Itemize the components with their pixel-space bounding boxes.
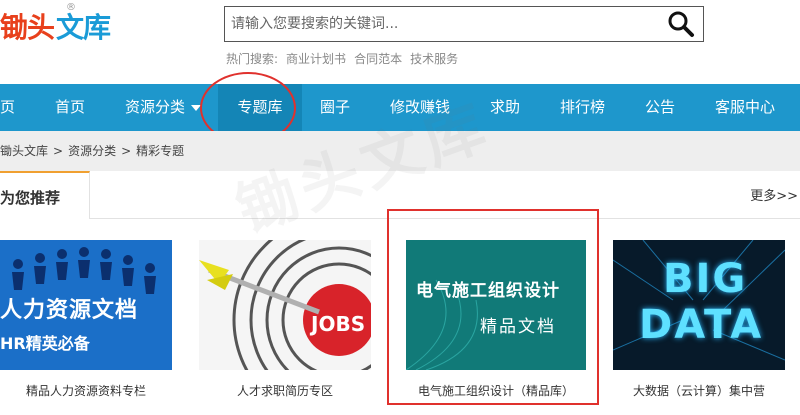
- nav-item-announcements[interactable]: 公告: [645, 84, 675, 131]
- image-text: 电气施工组织设计: [416, 281, 560, 301]
- search-button[interactable]: [659, 7, 703, 41]
- topic-card-hr[interactable]: 人力资源文档 HR精英必备 精品人力资源资料专栏: [0, 240, 172, 399]
- site-logo[interactable]: 锄头 文库 ®: [0, 2, 111, 44]
- search-input[interactable]: [225, 7, 655, 41]
- hot-search-label: 热门搜索:: [226, 52, 279, 66]
- nav-item-label: 资源分类: [125, 98, 186, 116]
- hot-search-link[interactable]: 合同范本: [354, 50, 402, 67]
- topic-caption[interactable]: 精品人力资源资料专栏: [0, 382, 172, 399]
- topic-image-jobs: JOBS: [199, 240, 371, 370]
- hot-searches: 热门搜索: 商业计划书 合同范本 技术服务: [226, 50, 458, 67]
- topic-image-bigdata: BIG DATA: [613, 240, 785, 370]
- image-subtext: HR精英必备: [0, 334, 90, 353]
- logo-text-part2: 文库: [56, 11, 111, 44]
- caret-down-icon: [191, 104, 202, 111]
- breadcrumb-separator: >: [121, 144, 132, 158]
- decorative-lines: [406, 279, 478, 370]
- topic-caption[interactable]: 大数据（云计算）集中营: [613, 382, 785, 399]
- search-box: [224, 6, 704, 42]
- nav-item-edit-earn[interactable]: 修改赚钱: [390, 84, 450, 131]
- nav-item-topics[interactable]: 专题库: [218, 84, 302, 131]
- image-text: 人力资源文档: [0, 298, 139, 323]
- topic-card-jobs[interactable]: JOBS 人才求职简历专区: [199, 240, 371, 399]
- people-chain-icon: [12, 247, 156, 294]
- image-subtext: DATA: [639, 302, 764, 348]
- hot-search-link[interactable]: 商业计划书: [286, 50, 346, 67]
- topic-card-bigdata[interactable]: BIG DATA 大数据（云计算）集中营: [613, 240, 785, 399]
- breadcrumb-item[interactable]: 锄头文库: [0, 144, 48, 158]
- topic-caption[interactable]: 人才求职简历专区: [199, 382, 371, 399]
- topic-image-electrical: 电气施工组织设计 精品文档: [406, 240, 586, 370]
- breadcrumb-separator: >: [53, 144, 64, 158]
- image-subtext: 精品文档: [480, 317, 556, 337]
- nav-item-rankings[interactable]: 排行榜: [560, 84, 605, 131]
- target-dart-icon: [199, 240, 371, 370]
- breadcrumb-item[interactable]: 资源分类: [68, 144, 116, 158]
- nav-item-customer-service[interactable]: 客服中心: [715, 84, 775, 131]
- main-nav: 页 首页 资源分类 专题库 圈子 修改赚钱 求助 排行榜 公告 客服中心: [0, 84, 800, 131]
- nav-item-help[interactable]: 求助: [490, 84, 520, 131]
- image-text: BIG: [663, 256, 748, 302]
- breadcrumb-current: 精彩专题: [136, 144, 185, 158]
- section-header: 为您推荐 更多>>: [0, 171, 800, 219]
- breadcrumb: 锄头文库 > 资源分类 > 精彩专题: [0, 131, 800, 171]
- registered-mark: ®: [66, 2, 76, 13]
- nav-item-circles[interactable]: 圈子: [320, 84, 350, 131]
- nav-item-home-partial[interactable]: 页: [0, 84, 15, 131]
- nav-item-home[interactable]: 首页: [55, 84, 85, 131]
- topic-caption[interactable]: 电气施工组织设计（精品库）: [406, 382, 586, 399]
- nav-item-resource-categories[interactable]: 资源分类: [125, 84, 202, 131]
- section-title: 为您推荐: [0, 171, 90, 219]
- hot-search-link[interactable]: 技术服务: [410, 50, 458, 67]
- topic-card-electrical[interactable]: 电气施工组织设计 精品文档 电气施工组织设计（精品库）: [406, 240, 586, 399]
- topic-image-hr: 人力资源文档 HR精英必备: [0, 240, 172, 370]
- more-link[interactable]: 更多>>: [750, 171, 798, 223]
- logo-text-part1: 锄头: [0, 11, 55, 44]
- image-text: JOBS: [311, 312, 366, 336]
- search-icon: [668, 11, 694, 37]
